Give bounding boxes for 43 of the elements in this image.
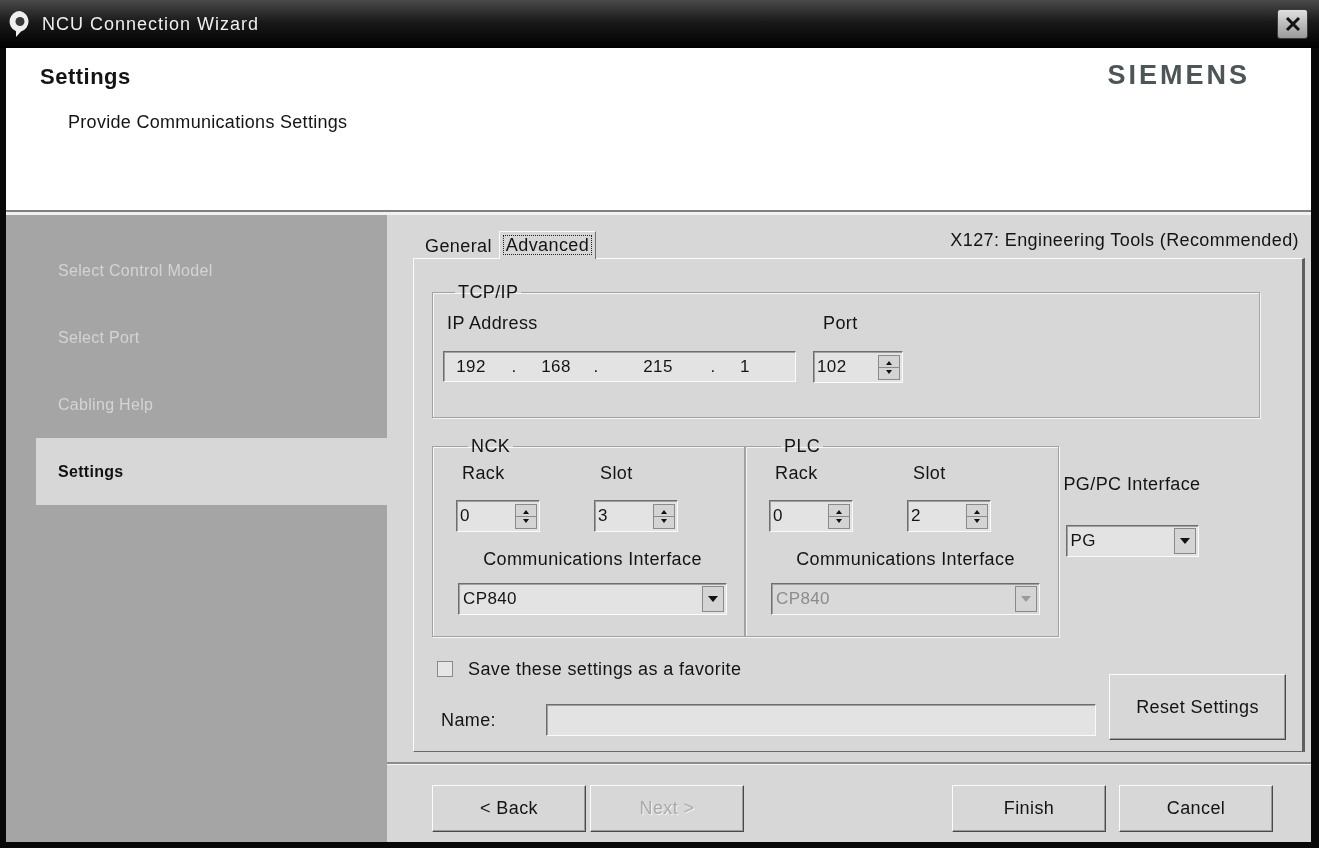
tab[interactable]: Advanced — [498, 231, 597, 259]
group-title: NCK — [470, 437, 512, 456]
field-label: Name: — [441, 710, 497, 730]
wizard-step: Settings — [36, 438, 387, 505]
spin-arrows-icon[interactable] — [966, 503, 988, 529]
spin-arrows-icon[interactable] — [653, 503, 675, 529]
checkbox-label: Save these settings as a favorite — [468, 659, 742, 679]
interface-dropdown[interactable]: PG — [1065, 525, 1199, 557]
field-label: Rack — [774, 464, 819, 483]
field-label: Communications Interface — [795, 550, 1016, 569]
field-label: Rack — [461, 464, 506, 483]
spin-arrows-icon[interactable] — [515, 503, 537, 529]
window-title: NCU Connection Wizard — [42, 13, 261, 35]
group-title: TCP/IP — [457, 283, 520, 302]
rack-spinner[interactable]: 0 — [456, 500, 540, 532]
rack-spinner[interactable]: 0 — [769, 500, 853, 532]
group-title: PLC — [783, 437, 822, 456]
close-icon[interactable] — [1284, 16, 1301, 32]
field-label: Slot — [912, 464, 947, 483]
interface-dropdown[interactable]: CP840 — [458, 583, 727, 615]
company-logo: SIEMENS — [1107, 60, 1250, 90]
checkbox[interactable] — [437, 661, 453, 677]
field-label: IP Address — [446, 314, 539, 333]
spin-arrows-icon[interactable] — [878, 354, 900, 380]
port-spinner[interactable]: 102 — [813, 351, 903, 383]
page-subtitle: Provide Communications Settings — [68, 112, 348, 132]
field-label: PG/PC Interface — [1063, 475, 1201, 494]
slot-spinner[interactable]: 3 — [594, 500, 678, 532]
ip-address-field[interactable]: 192 . 168 . 215 . 1 — [443, 351, 796, 382]
field-label: Slot — [599, 464, 634, 483]
connection-label: X127: Engineering Tools (Recommended) — [950, 230, 1300, 252]
field-label: Port — [822, 314, 859, 333]
name-input[interactable] — [546, 704, 1096, 736]
tab[interactable]: General — [418, 233, 499, 258]
wizard-button[interactable]: Finish — [952, 785, 1106, 832]
wizard-button[interactable]: Cancel — [1119, 785, 1273, 832]
field-label: Communications Interface — [482, 550, 703, 569]
reset-button[interactable]: Reset Settings — [1109, 674, 1286, 740]
page-title: Settings — [40, 65, 132, 89]
close-button[interactable] — [1277, 9, 1308, 39]
spin-arrows-icon[interactable] — [828, 503, 850, 529]
slot-spinner[interactable]: 2 — [907, 500, 991, 532]
wizard-button[interactable]: < Back — [432, 785, 586, 832]
